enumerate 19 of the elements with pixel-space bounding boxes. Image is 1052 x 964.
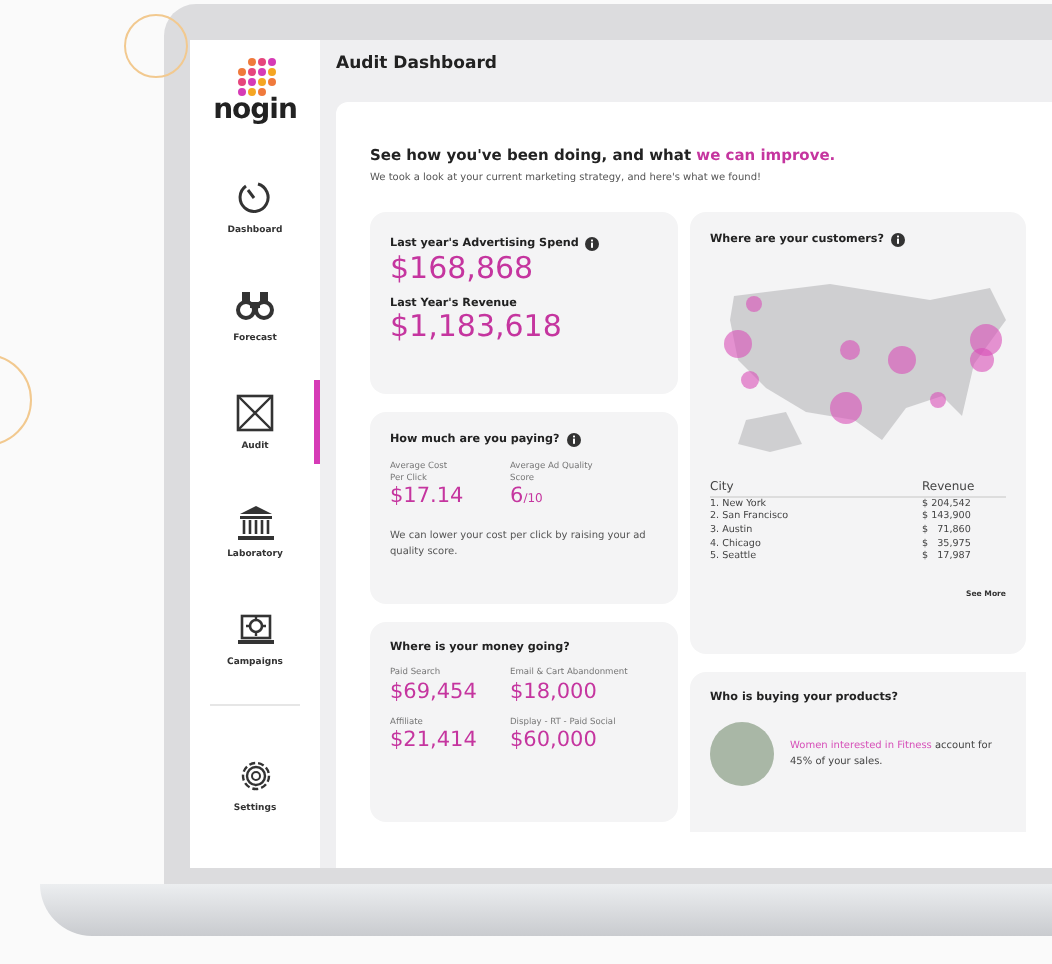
spend-value: $168,868 <box>390 252 536 286</box>
channel-value: $21,414 <box>390 728 479 754</box>
crossed-box-icon <box>235 393 275 433</box>
channel-value: $60,000 <box>510 728 599 754</box>
info-icon <box>584 236 601 252</box>
logo-text: nogin <box>213 96 297 124</box>
logo-dots-icon <box>235 56 275 96</box>
metric-value: $17.14 <box>390 484 466 510</box>
page-title: Audit Dashboard <box>336 54 499 74</box>
channel-value: $69,454 <box>390 679 479 705</box>
bank-icon <box>235 501 275 541</box>
revenue-value: $1,183,618 <box>390 310 564 344</box>
channel-value: $18,000 <box>510 679 599 705</box>
info-icon <box>565 432 582 448</box>
illustration-placeholder <box>710 722 774 786</box>
gauge-icon <box>235 177 275 217</box>
info-icon <box>890 232 906 248</box>
laptop-gear-icon <box>235 609 275 649</box>
active-indicator <box>314 380 320 464</box>
